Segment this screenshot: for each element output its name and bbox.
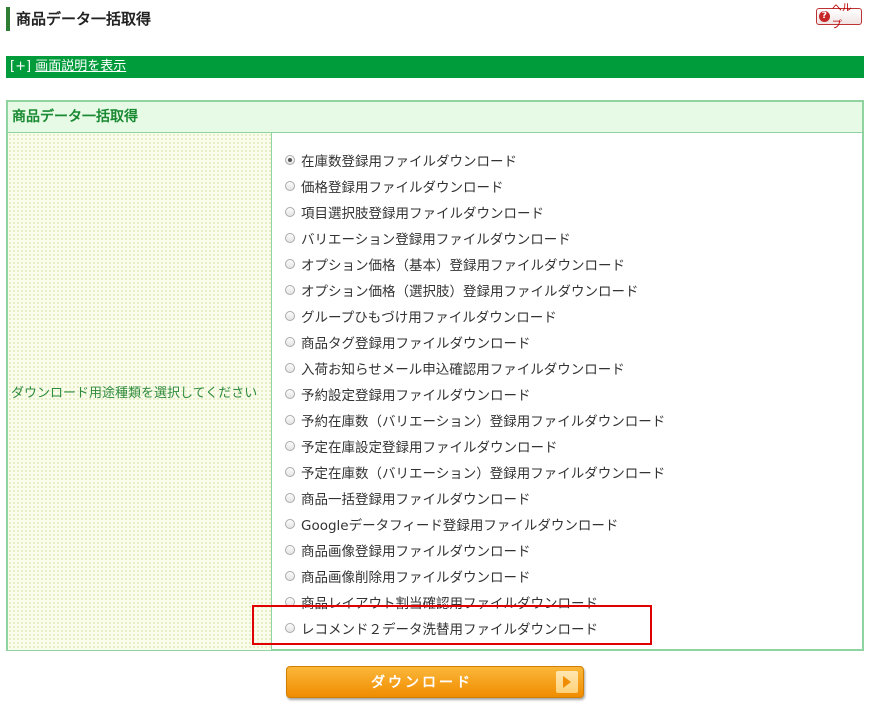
- radio-button[interactable]: [285, 155, 295, 165]
- option-label: 価格登録用ファイルダウンロード: [301, 180, 504, 196]
- download-type-option[interactable]: 入荷お知らせメール申込確認用ファイルダウンロード: [285, 355, 862, 381]
- option-label: 商品画像削除用ファイルダウンロード: [301, 570, 531, 586]
- radio-button[interactable]: [285, 363, 295, 373]
- screen-explanation-bar: [+] 画面説明を表示: [6, 56, 864, 78]
- download-type-option[interactable]: Googleデータフィード登録用ファイルダウンロード: [285, 511, 862, 537]
- download-type-option[interactable]: オプション価格（基本）登録用ファイルダウンロード: [285, 251, 862, 277]
- option-label: バリエーション登録用ファイルダウンロード: [301, 232, 571, 248]
- download-type-option[interactable]: 予約設定登録用ファイルダウンロード: [285, 381, 862, 407]
- radio-button[interactable]: [285, 337, 295, 347]
- download-type-option[interactable]: 商品一括登録用ファイルダウンロード: [285, 485, 862, 511]
- radio-button[interactable]: [285, 259, 295, 269]
- radio-button[interactable]: [285, 623, 295, 633]
- download-type-option[interactable]: グループひもづけ用ファイルダウンロード: [285, 303, 862, 329]
- option-label: 項目選択肢登録用ファイルダウンロード: [301, 206, 544, 222]
- radio-button[interactable]: [285, 519, 295, 529]
- help-label: ヘルプ: [831, 2, 852, 31]
- download-type-option[interactable]: 商品タグ登録用ファイルダウンロード: [285, 329, 862, 355]
- download-button-label: ダウンロード: [371, 675, 473, 691]
- bulk-download-panel: 商品データ一括取得 ダウンロード用途種類を選択してください 在庫数登録用ファイル…: [6, 100, 864, 651]
- option-label: 在庫数登録用ファイルダウンロード: [301, 154, 517, 170]
- radio-button[interactable]: [285, 181, 295, 191]
- radio-button[interactable]: [285, 441, 295, 451]
- radio-button[interactable]: [285, 493, 295, 503]
- panel-title: 商品データ一括取得: [8, 102, 862, 133]
- download-type-option[interactable]: 商品画像削除用ファイルダウンロード: [285, 563, 862, 589]
- expand-toggle[interactable]: [+]: [10, 59, 31, 74]
- play-arrow-icon: [556, 671, 578, 693]
- radio-button[interactable]: [285, 285, 295, 295]
- option-label: 予約設定登録用ファイルダウンロード: [301, 388, 531, 404]
- option-label: レコメンド２データ洗替用ファイルダウンロード: [301, 622, 598, 638]
- option-label: 商品画像登録用ファイルダウンロード: [301, 544, 531, 560]
- download-type-option[interactable]: オプション価格（選択肢）登録用ファイルダウンロード: [285, 277, 862, 303]
- download-type-option[interactable]: 商品画像登録用ファイルダウンロード: [285, 537, 862, 563]
- download-type-option[interactable]: 在庫数登録用ファイルダウンロード: [285, 147, 862, 173]
- option-label: 予約在庫数（バリエーション）登録用ファイルダウンロード: [301, 414, 666, 430]
- radio-button[interactable]: [285, 597, 295, 607]
- option-label: Googleデータフィード登録用ファイルダウンロード: [301, 518, 619, 534]
- radio-button[interactable]: [285, 467, 295, 477]
- show-explanation-link[interactable]: 画面説明を表示: [35, 59, 126, 74]
- option-label: 予定在庫設定登録用ファイルダウンロード: [301, 440, 558, 456]
- radio-button[interactable]: [285, 571, 295, 581]
- help-button[interactable]: ? ヘルプ: [816, 3, 862, 31]
- download-type-option[interactable]: 商品レイアウト割当確認用ファイルダウンロード: [285, 589, 862, 615]
- download-type-option[interactable]: 予約在庫数（バリエーション）登録用ファイルダウンロード: [285, 407, 862, 433]
- download-type-option[interactable]: 予定在庫設定登録用ファイルダウンロード: [285, 433, 862, 459]
- option-label: 商品一括登録用ファイルダウンロード: [301, 492, 531, 508]
- option-label: 商品タグ登録用ファイルダウンロード: [301, 336, 531, 352]
- download-type-option[interactable]: 予定在庫数（バリエーション）登録用ファイルダウンロード: [285, 459, 862, 485]
- download-type-option[interactable]: バリエーション登録用ファイルダウンロード: [285, 225, 862, 251]
- radio-button[interactable]: [285, 311, 295, 321]
- download-type-option[interactable]: 価格登録用ファイルダウンロード: [285, 173, 862, 199]
- download-type-option[interactable]: レコメンド２データ洗替用ファイルダウンロード: [285, 615, 862, 641]
- download-button[interactable]: ダウンロード: [286, 666, 584, 698]
- download-type-option[interactable]: 項目選択肢登録用ファイルダウンロード: [285, 199, 862, 225]
- option-label: 商品レイアウト割当確認用ファイルダウンロード: [301, 596, 598, 612]
- radio-button[interactable]: [285, 545, 295, 555]
- option-label: オプション価格（選択肢）登録用ファイルダウンロード: [301, 284, 639, 300]
- option-label: グループひもづけ用ファイルダウンロード: [301, 310, 557, 326]
- download-type-options: 在庫数登録用ファイルダウンロード 価格登録用ファイルダウンロード項目選択肢登録用フ…: [272, 133, 862, 650]
- radio-button[interactable]: [285, 233, 295, 243]
- radio-button[interactable]: [285, 415, 295, 425]
- option-label: 予定在庫数（バリエーション）登録用ファイルダウンロード: [301, 466, 666, 482]
- download-type-label: ダウンロード用途種類を選択してください: [8, 133, 272, 650]
- radio-button[interactable]: [285, 207, 295, 217]
- question-icon: ?: [819, 11, 830, 22]
- radio-button[interactable]: [285, 389, 295, 399]
- panel-body: ダウンロード用途種類を選択してください 在庫数登録用ファイルダウンロード 価格登録…: [8, 133, 862, 650]
- option-label: オプション価格（基本）登録用ファイルダウンロード: [301, 258, 625, 274]
- page-title: 商品データ一括取得: [6, 7, 151, 31]
- option-label: 入荷お知らせメール申込確認用ファイルダウンロード: [301, 362, 625, 378]
